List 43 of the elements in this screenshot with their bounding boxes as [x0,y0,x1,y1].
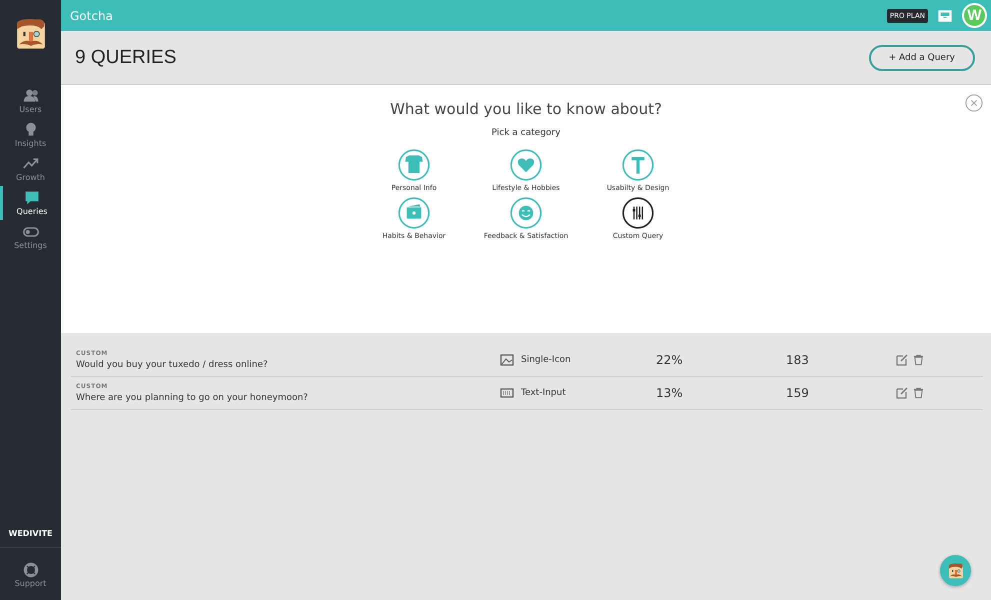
edit-button[interactable] [896,387,908,399]
dialog-subtitle: Pick a category [492,128,560,138]
delete-button[interactable] [913,354,924,366]
workspace-name: WEDIVITE [8,529,52,540]
smiley-icon [510,197,542,229]
response-rate: 13% [656,386,684,400]
sidebar-item[interactable]: Users [0,84,61,118]
query-text: Where are you planning to go on your honeymoon? [76,393,309,403]
image-icon [500,354,514,366]
response-count: 159 [786,386,810,400]
card-icon [398,197,430,229]
support-link[interactable]: Support [0,548,61,600]
help-chat-button[interactable] [940,555,971,586]
edit-button[interactable] [896,354,908,366]
delete-button[interactable] [913,387,924,399]
dialog-title: What would you like to know about? [390,100,662,118]
response-rate: 22% [656,353,684,367]
sidebar-item[interactable]: Insights [0,118,61,152]
chat-icon [24,190,40,206]
inbox-icon [938,10,952,22]
hammer-icon [622,149,654,181]
query-text: Would you buy your tuxedo / dress online? [76,360,269,370]
close-icon [965,94,983,112]
mascot-logo [14,18,46,50]
sidebar-item[interactable]: Settings [0,220,61,254]
edit-icon [896,354,908,366]
shirt-icon [398,149,430,181]
sidebar-item[interactable]: Growth [0,152,61,186]
edit-icon [896,387,908,399]
sliders-icon [622,197,654,229]
add-query-button[interactable]: + Add a Query [868,44,975,70]
trash-icon [913,354,924,366]
trash-icon [913,387,924,399]
close-button[interactable] [965,94,983,112]
query-type: Single-Icon [521,355,571,365]
toggle-icon [22,224,38,240]
app-title: Gotcha [70,8,113,22]
keyboard-icon [500,387,514,399]
response-count: 183 [786,353,810,367]
lifebuoy-icon [22,562,38,578]
query-type: Text-Input [521,388,566,398]
users-icon [22,88,38,104]
page-title: 9 QUERIES [75,46,176,68]
